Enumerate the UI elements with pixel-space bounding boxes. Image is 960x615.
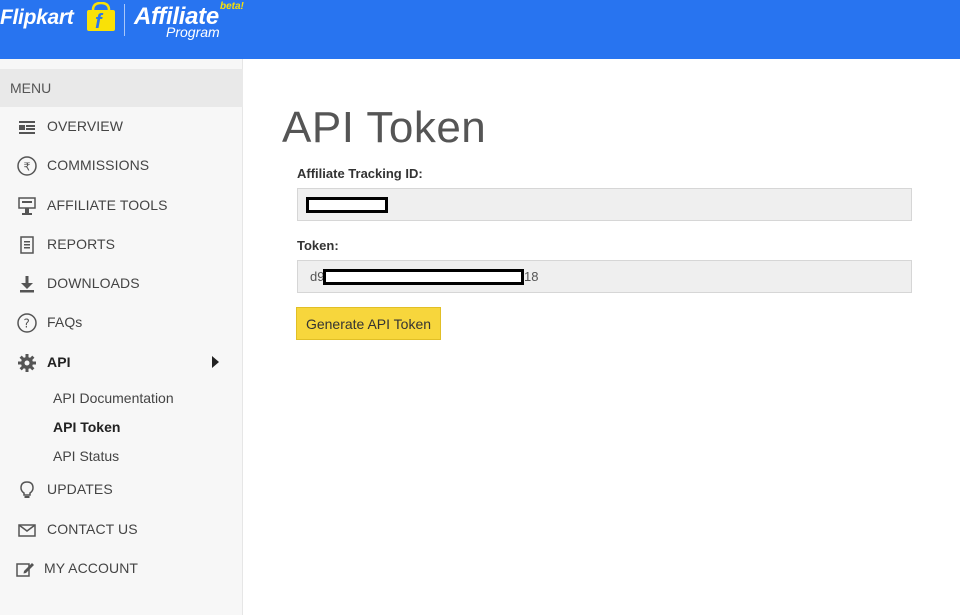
- menu-title: MENU: [10, 80, 52, 96]
- bulb-icon: [20, 481, 34, 498]
- sidebar-item-updates[interactable]: UPDATES: [0, 475, 243, 505]
- sidebar-subitem-api-documentation[interactable]: API Documentation: [53, 390, 174, 406]
- svg-text:?: ?: [24, 317, 30, 331]
- sidebar-item-label: API: [47, 354, 71, 370]
- reports-icon: [20, 236, 34, 254]
- affiliate-program-subtitle: Program: [166, 24, 220, 40]
- rupee-icon: ₹: [17, 156, 37, 176]
- sidebar-item-label: FAQs: [47, 314, 83, 330]
- sidebar-item-label: MY ACCOUNT: [44, 560, 139, 576]
- sidebar-item-label: CONTACT US: [47, 521, 138, 537]
- flipkart-logo-text[interactable]: Flipkart: [0, 6, 74, 30]
- sidebar-item-reports[interactable]: REPORTS: [0, 230, 243, 260]
- top-header: Flipkart f Affiliate Program beta!: [0, 0, 960, 59]
- sidebar-subitem-api-status[interactable]: API Status: [53, 448, 119, 464]
- sidebar-item-label: AFFILIATE TOOLS: [47, 197, 168, 213]
- generate-api-token-button[interactable]: Generate API Token: [296, 307, 441, 340]
- tracking-id-redaction: [306, 197, 388, 213]
- svg-text:₹: ₹: [24, 161, 31, 174]
- sidebar-item-affiliate-tools[interactable]: AFFILIATE TOOLS: [0, 191, 243, 221]
- envelope-icon: [18, 524, 36, 537]
- sidebar-item-label: UPDATES: [47, 481, 113, 497]
- shopping-bag-logo-icon: f: [87, 2, 115, 32]
- header-divider: [124, 4, 125, 36]
- token-suffix: 18: [524, 269, 539, 284]
- sidebar-item-downloads[interactable]: DOWNLOADS: [0, 269, 243, 299]
- sidebar-item-contact-us[interactable]: CONTACT US: [0, 515, 243, 545]
- overview-icon: [19, 121, 35, 134]
- caret-right-icon: [212, 356, 219, 368]
- sidebar-item-label: COMMISSIONS: [47, 157, 150, 173]
- token-field[interactable]: d9 18: [297, 260, 912, 293]
- sidebar-item-commissions[interactable]: ₹ COMMISSIONS: [0, 151, 243, 181]
- question-icon: ?: [17, 313, 37, 333]
- sidebar-item-faqs[interactable]: ? FAQs: [0, 308, 243, 338]
- sidebar: MENU OVERVIEW ₹ COMMISSIONS AFFILIATE TO…: [0, 59, 243, 615]
- gear-icon: [18, 354, 36, 372]
- sidebar-item-label: DOWNLOADS: [47, 275, 140, 291]
- sidebar-item-my-account[interactable]: MY ACCOUNT: [0, 554, 243, 584]
- token-label: Token:: [297, 238, 339, 253]
- tools-icon: [18, 197, 36, 215]
- download-icon: [20, 276, 34, 293]
- sidebar-item-overview[interactable]: OVERVIEW: [0, 112, 243, 142]
- page-title: API Token: [282, 103, 487, 152]
- sidebar-item-label: OVERVIEW: [47, 118, 124, 134]
- tracking-id-label: Affiliate Tracking ID:: [297, 166, 423, 181]
- sidebar-item-label: REPORTS: [47, 236, 116, 252]
- tracking-id-field[interactable]: [297, 188, 912, 221]
- token-redaction: [323, 269, 524, 285]
- sidebar-subitem-api-token[interactable]: API Token: [53, 419, 120, 435]
- edit-icon: [16, 563, 34, 577]
- menu-header: MENU: [0, 69, 243, 107]
- sidebar-item-api[interactable]: API: [0, 348, 243, 378]
- beta-badge: beta!: [220, 1, 244, 12]
